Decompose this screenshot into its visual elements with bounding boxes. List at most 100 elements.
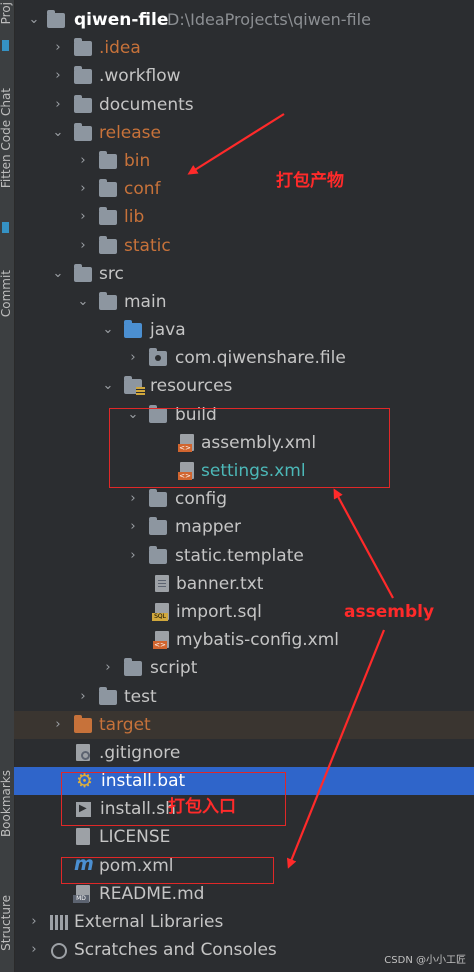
markdown-file-icon xyxy=(73,884,90,903)
xml-file-icon xyxy=(153,631,169,650)
tree-item-readme-md[interactable]: README.md xyxy=(14,880,474,908)
tree-item-label: Scratches and Consoles xyxy=(74,940,277,961)
chevron-down-icon[interactable]: ⌄ xyxy=(101,372,115,400)
tree-item-label: .workflow xyxy=(99,66,181,87)
tree-item-target[interactable]: › target xyxy=(14,710,474,739)
tree-item-label: mybatis-config.xml xyxy=(176,630,339,651)
tree-item-package[interactable]: › com.qiwenshare.file xyxy=(14,344,474,372)
chevron-right-icon[interactable]: › xyxy=(101,654,115,682)
tree-item-label: test xyxy=(124,686,157,707)
tree-item-resources[interactable]: ⌄ resources xyxy=(14,372,474,400)
scratches-icon xyxy=(51,943,67,960)
chevron-right-icon[interactable]: › xyxy=(76,147,90,175)
tree-item-label: documents xyxy=(99,94,194,115)
tree-item-label: bin xyxy=(124,150,151,171)
chevron-right-icon[interactable]: › xyxy=(27,908,41,936)
side-tab-bookmarks[interactable]: Bookmarks xyxy=(0,770,13,837)
tree-item-label: resources xyxy=(150,376,233,397)
chevron-down-icon[interactable]: ⌄ xyxy=(76,288,90,316)
tree-item-main[interactable]: ⌄ main xyxy=(14,288,474,316)
tree-item-license[interactable]: LICENSE xyxy=(14,823,474,851)
chevron-right-icon[interactable]: › xyxy=(76,203,90,231)
tree-item-documents[interactable]: › documents xyxy=(14,91,474,119)
tree-item-label: mapper xyxy=(175,517,242,538)
chevron-right-icon[interactable]: › xyxy=(27,936,41,964)
side-tab-commit[interactable]: Commit xyxy=(0,270,13,317)
sql-file-icon xyxy=(152,602,169,621)
tree-item-label: conf xyxy=(124,179,161,200)
folder-icon xyxy=(99,686,117,705)
side-tab-structure[interactable]: Structure xyxy=(0,895,13,951)
tree-item-bin[interactable]: › bin xyxy=(14,147,474,175)
tree-item-config[interactable]: › config xyxy=(14,485,474,513)
tree-item-label: import.sql xyxy=(176,601,262,622)
chevron-right-icon[interactable]: › xyxy=(51,711,65,739)
tree-item-lib[interactable]: › lib xyxy=(14,203,474,231)
chevron-right-icon[interactable]: › xyxy=(51,62,65,90)
folder-icon xyxy=(47,10,65,28)
folder-icon xyxy=(99,235,117,254)
gitignore-file-icon xyxy=(76,743,90,761)
tree-item-label: java xyxy=(150,320,186,341)
chevron-down-icon[interactable]: ⌄ xyxy=(101,316,115,344)
chevron-down-icon[interactable]: ⌄ xyxy=(27,6,41,34)
folder-icon xyxy=(74,263,92,282)
side-tab-project[interactable]: Proj xyxy=(0,2,13,24)
tree-item-conf[interactable]: › conf xyxy=(14,175,474,203)
tree-item-idea[interactable]: › .idea xyxy=(14,34,474,62)
tree-item-label: .gitignore xyxy=(99,742,181,763)
tree-item-mybatis-config-xml[interactable]: mybatis-config.xml xyxy=(14,626,474,654)
tree-item-workflow[interactable]: › .workflow xyxy=(14,62,474,90)
chevron-right-icon[interactable]: › xyxy=(76,175,90,203)
tree-item-external-libraries[interactable]: › External Libraries xyxy=(14,908,474,936)
tree-root[interactable]: ⌄ qiwen-file D:\IdeaProjects\qiwen-file xyxy=(14,6,474,34)
folder-icon xyxy=(99,291,117,310)
folder-icon xyxy=(149,517,167,536)
tree-item-java[interactable]: ⌄ java xyxy=(14,316,474,344)
chevron-right-icon[interactable]: › xyxy=(51,91,65,119)
folder-icon xyxy=(124,658,142,677)
folder-icon xyxy=(74,38,92,57)
tree-item-label: static.template xyxy=(175,545,304,566)
folder-icon xyxy=(74,94,92,113)
annotation-assembly-label: assembly xyxy=(344,602,435,622)
chevron-right-icon[interactable]: › xyxy=(126,485,140,513)
library-icon xyxy=(50,915,68,930)
tree-item-src[interactable]: ⌄ src xyxy=(14,260,474,288)
tree-item-gitignore[interactable]: .gitignore xyxy=(14,739,474,767)
chevron-right-icon[interactable]: › xyxy=(126,513,140,541)
tree-item-label: main xyxy=(124,291,167,312)
annotation-output-label: 打包产物 xyxy=(276,171,344,191)
tree-item-static-template[interactable]: › static.template xyxy=(14,542,474,570)
tree-item-label: banner.txt xyxy=(176,573,264,594)
tree-item-mapper[interactable]: › mapper xyxy=(14,513,474,541)
tree-item-static[interactable]: › static xyxy=(14,232,474,260)
folder-icon xyxy=(74,66,92,85)
chevron-right-icon[interactable]: › xyxy=(51,34,65,62)
side-tab-marker xyxy=(2,40,9,51)
excluded-folder-icon xyxy=(74,714,92,733)
folder-icon xyxy=(149,545,167,564)
chevron-right-icon[interactable]: › xyxy=(126,542,140,570)
side-tab-fitten-code-chat[interactable]: Fitten Code Chat xyxy=(0,88,13,188)
tree-item-test[interactable]: › test xyxy=(14,683,474,711)
tree-item-release[interactable]: ⌄ release xyxy=(14,119,474,147)
tree-item-label: target xyxy=(99,714,151,735)
chevron-right-icon[interactable]: › xyxy=(76,232,90,260)
source-folder-icon xyxy=(124,320,142,339)
watermark: CSDN @小小工匠 xyxy=(384,955,466,966)
tree-item-banner-txt[interactable]: banner.txt xyxy=(14,570,474,598)
tree-item-label: com.qiwenshare.file xyxy=(175,348,346,369)
resources-folder-icon xyxy=(124,376,145,397)
tree-item-script[interactable]: › script xyxy=(14,654,474,682)
tree-item-label: config xyxy=(175,489,228,510)
chevron-right-icon[interactable]: › xyxy=(126,344,140,372)
tree-item-label: script xyxy=(150,658,198,679)
tree-item-label: lib xyxy=(124,207,145,228)
folder-icon xyxy=(74,122,92,141)
chevron-down-icon[interactable]: ⌄ xyxy=(51,119,65,147)
chevron-right-icon[interactable]: › xyxy=(76,683,90,711)
folder-icon xyxy=(149,489,167,508)
chevron-down-icon[interactable]: ⌄ xyxy=(51,260,65,288)
tree-item-label: release xyxy=(99,122,161,143)
